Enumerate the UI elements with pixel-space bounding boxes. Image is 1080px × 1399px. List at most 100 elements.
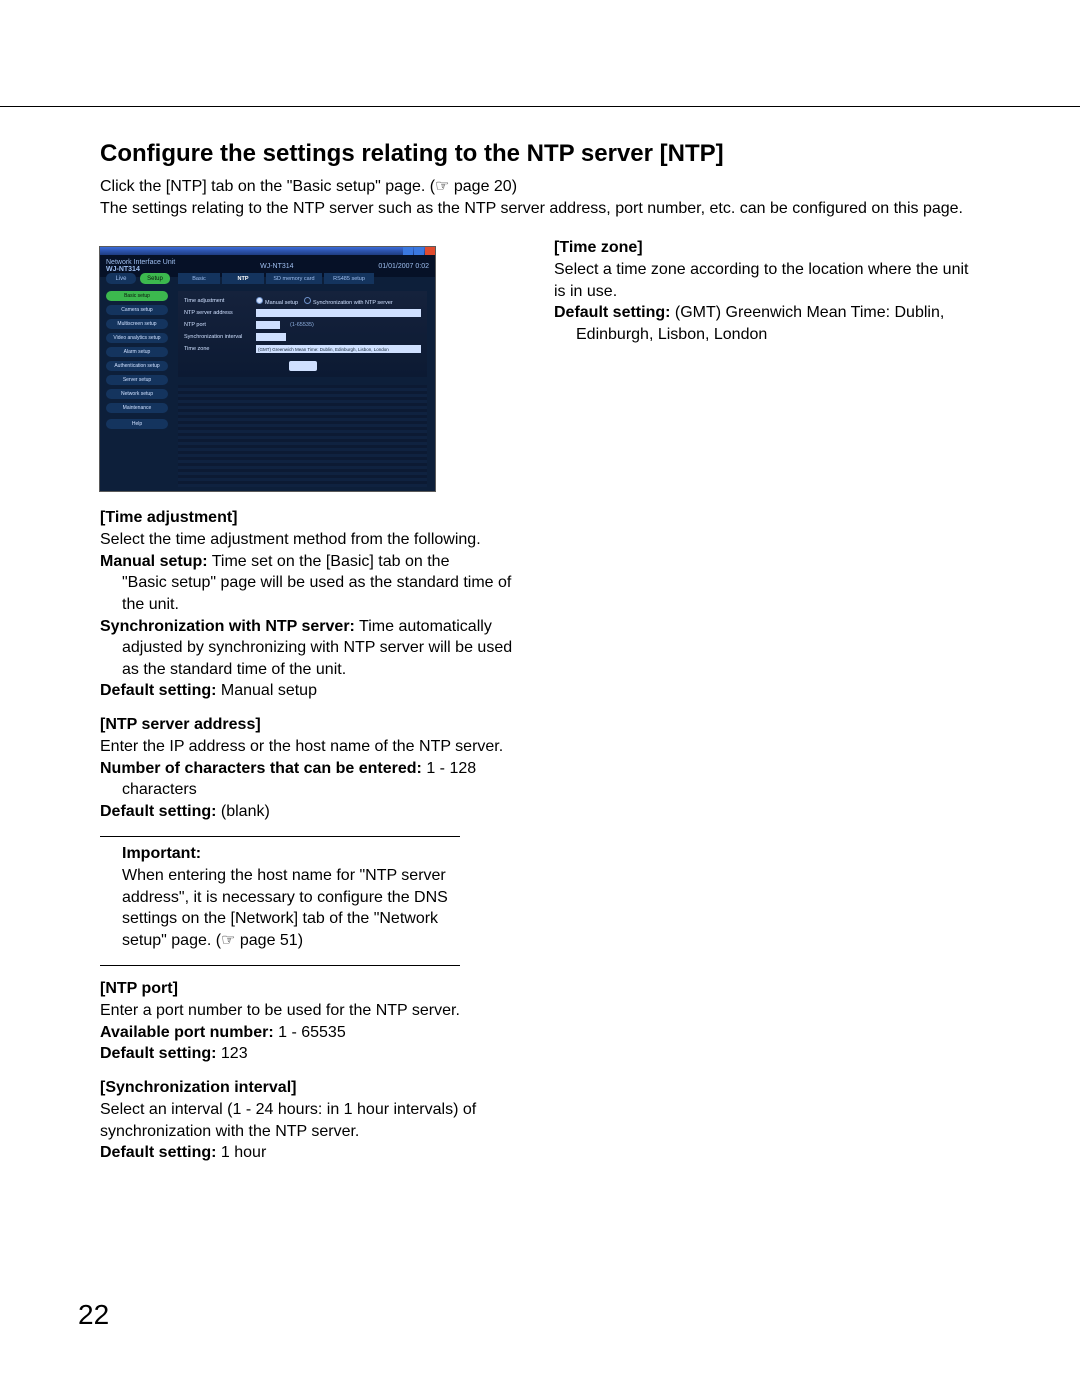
intro-line2: The settings relating to the NTP server … bbox=[100, 200, 963, 217]
settings-screenshot: Network Interface Unit WJ-NT314 WJ-NT314… bbox=[100, 247, 435, 491]
sidebar-item-analytics[interactable]: Video analytics setup bbox=[106, 333, 168, 343]
num-lead: Number of characters that can be entered… bbox=[100, 760, 422, 777]
sync-ntp: Synchronization with NTP server: Time au… bbox=[100, 616, 526, 681]
tab-rs485[interactable]: RS485 setup bbox=[324, 273, 374, 284]
timestamp: 01/01/2007 0:02 bbox=[378, 263, 429, 270]
sidebar-item-camera[interactable]: Camera setup bbox=[106, 305, 168, 315]
sync-rest: Time automatically bbox=[355, 618, 492, 635]
page-number: 22 bbox=[78, 1299, 109, 1331]
ntp-form: Time adjustment Manual setup Synchroniza… bbox=[178, 291, 427, 377]
title-timezone: [Time zone] bbox=[554, 239, 980, 257]
default-time-adjustment: Default setting: Manual setup bbox=[100, 680, 526, 702]
avail-lead: Available port number: bbox=[100, 1024, 274, 1041]
screenshot-blank-area bbox=[178, 385, 427, 487]
set-button[interactable] bbox=[289, 361, 317, 371]
manual-setup-lead: Manual setup: bbox=[100, 553, 208, 570]
port-range: (1-65535) bbox=[290, 322, 314, 328]
model-label: WJ-NT314 bbox=[106, 266, 140, 273]
ntp-address-input[interactable] bbox=[256, 309, 421, 317]
close-icon bbox=[425, 247, 435, 255]
def-rest-1: Manual setup bbox=[216, 682, 317, 699]
body-time-adjustment: Select the time adjustment method from t… bbox=[100, 529, 526, 551]
manual-setup-rest: Time set on the [Basic] tab on the bbox=[208, 553, 450, 570]
sync-interval-select[interactable] bbox=[256, 333, 286, 341]
window-buttons bbox=[402, 247, 435, 255]
num-indent: characters bbox=[100, 779, 526, 801]
body-ntp-address: Enter the IP address or the host name of… bbox=[100, 736, 526, 758]
sidebar-item-server[interactable]: Server setup bbox=[106, 375, 168, 385]
def-rest-4: 1 hour bbox=[216, 1144, 266, 1161]
tab-basic[interactable]: Basic bbox=[178, 273, 220, 284]
hdr-small: Network Interface Unit bbox=[106, 259, 175, 266]
sync-indent: adjusted by synchronizing with NTP serve… bbox=[100, 637, 526, 680]
important-title: Important: bbox=[122, 845, 201, 862]
title-sync-interval: [Synchronization interval] bbox=[100, 1079, 526, 1097]
page-content: Configure the settings relating to the N… bbox=[100, 140, 980, 1164]
important-note: Important: When entering the host name f… bbox=[122, 843, 460, 951]
default-timezone: Default setting: (GMT) Greenwich Mean Ti… bbox=[554, 302, 980, 345]
body-timezone: Select a time zone according to the loca… bbox=[554, 259, 980, 302]
num-chars: Number of characters that can be entered… bbox=[100, 758, 526, 801]
title-time-adjustment: [Time adjustment] bbox=[100, 509, 526, 527]
def-indent-tz: Edinburgh, Lisbon, London bbox=[554, 324, 980, 346]
sync-lead: Synchronization with NTP server: bbox=[100, 618, 355, 635]
sidebar-item-network[interactable]: Network setup bbox=[106, 389, 168, 399]
sidebar-item-auth[interactable]: Authentication setup bbox=[106, 361, 168, 371]
manual-setup-indent: "Basic setup" page will be used as the s… bbox=[100, 572, 526, 615]
sidebar: Basic setup Camera setup Multiscreen set… bbox=[106, 291, 168, 433]
window-titlebar bbox=[100, 247, 435, 255]
important-body: When entering the host name for "NTP ser… bbox=[122, 867, 448, 949]
body-sync-interval: Select an interval (1 - 24 hours: in 1 h… bbox=[100, 1099, 526, 1142]
model-center: WJ-NT314 bbox=[260, 263, 293, 270]
timezone-select[interactable]: (GMT) Greenwich Mean Time: Dublin, Edinb… bbox=[256, 345, 421, 353]
sidebar-item-help[interactable]: Help bbox=[106, 419, 168, 429]
setup-button[interactable]: Setup bbox=[140, 273, 170, 284]
intro: Click the [NTP] tab on the "Basic setup"… bbox=[100, 176, 980, 219]
radio-manual-label: Manual setup bbox=[265, 300, 298, 306]
def-rest-2: (blank) bbox=[216, 803, 269, 820]
radio-sync[interactable] bbox=[304, 297, 311, 304]
def-rest-tz: (GMT) Greenwich Mean Time: Dublin, bbox=[670, 304, 944, 321]
right-column: [Time zone] Select a time zone according… bbox=[554, 239, 980, 1164]
num-rest: 1 - 128 bbox=[422, 760, 476, 777]
manual-setup: Manual setup: Time set on the [Basic] ta… bbox=[100, 551, 526, 616]
intro-line1: Click the [NTP] tab on the "Basic setup"… bbox=[100, 178, 517, 195]
def-lead-3: Default setting: bbox=[100, 1045, 216, 1062]
sidebar-item-maintenance[interactable]: Maintenance bbox=[106, 403, 168, 413]
sidebar-item-alarm[interactable]: Alarm setup bbox=[106, 347, 168, 357]
def-lead-2: Default setting: bbox=[100, 803, 216, 820]
left-column: Network Interface Unit WJ-NT314 WJ-NT314… bbox=[100, 239, 526, 1164]
radio-manual[interactable] bbox=[256, 297, 263, 304]
top-rule bbox=[0, 106, 1080, 107]
important-rule-top bbox=[100, 836, 460, 837]
label-time-adjustment: Time adjustment bbox=[184, 298, 256, 304]
tab-sd[interactable]: SD memory card bbox=[266, 273, 322, 284]
body-ntp-port: Enter a port number to be used for the N… bbox=[100, 1000, 526, 1022]
default-sync-interval: Default setting: 1 hour bbox=[100, 1142, 526, 1164]
label-sync-interval: Synchronization interval bbox=[184, 334, 256, 340]
def-lead-4: Default setting: bbox=[100, 1144, 216, 1161]
def-lead-tz: Default setting: bbox=[554, 304, 670, 321]
def-rest-3: 123 bbox=[216, 1045, 247, 1062]
title-ntp-port: [NTP port] bbox=[100, 980, 526, 998]
minimize-icon bbox=[403, 247, 413, 255]
def-lead-1: Default setting: bbox=[100, 682, 216, 699]
radio-sync-label: Synchronization with NTP server bbox=[313, 300, 393, 306]
sidebar-item-basic[interactable]: Basic setup bbox=[106, 291, 168, 301]
default-ntp-address: Default setting: (blank) bbox=[100, 801, 526, 823]
tab-ntp[interactable]: NTP bbox=[222, 273, 264, 284]
avail-rest: 1 - 65535 bbox=[274, 1024, 346, 1041]
sidebar-item-multiscreen[interactable]: Multiscreen setup bbox=[106, 319, 168, 329]
label-timezone: Time zone bbox=[184, 346, 256, 352]
important-rule-bottom bbox=[100, 965, 460, 966]
ntp-port-input[interactable] bbox=[256, 321, 280, 329]
live-button[interactable]: Live bbox=[106, 273, 136, 284]
default-ntp-port: Default setting: 123 bbox=[100, 1043, 526, 1065]
page-heading: Configure the settings relating to the N… bbox=[100, 140, 980, 168]
maximize-icon bbox=[414, 247, 424, 255]
title-ntp-address: [NTP server address] bbox=[100, 716, 526, 734]
tab-bar: Basic NTP SD memory card RS485 setup bbox=[178, 273, 376, 284]
label-ntp-port: NTP port bbox=[184, 322, 256, 328]
label-ntp-address: NTP server address bbox=[184, 310, 256, 316]
avail-port: Available port number: 1 - 65535 bbox=[100, 1022, 526, 1044]
